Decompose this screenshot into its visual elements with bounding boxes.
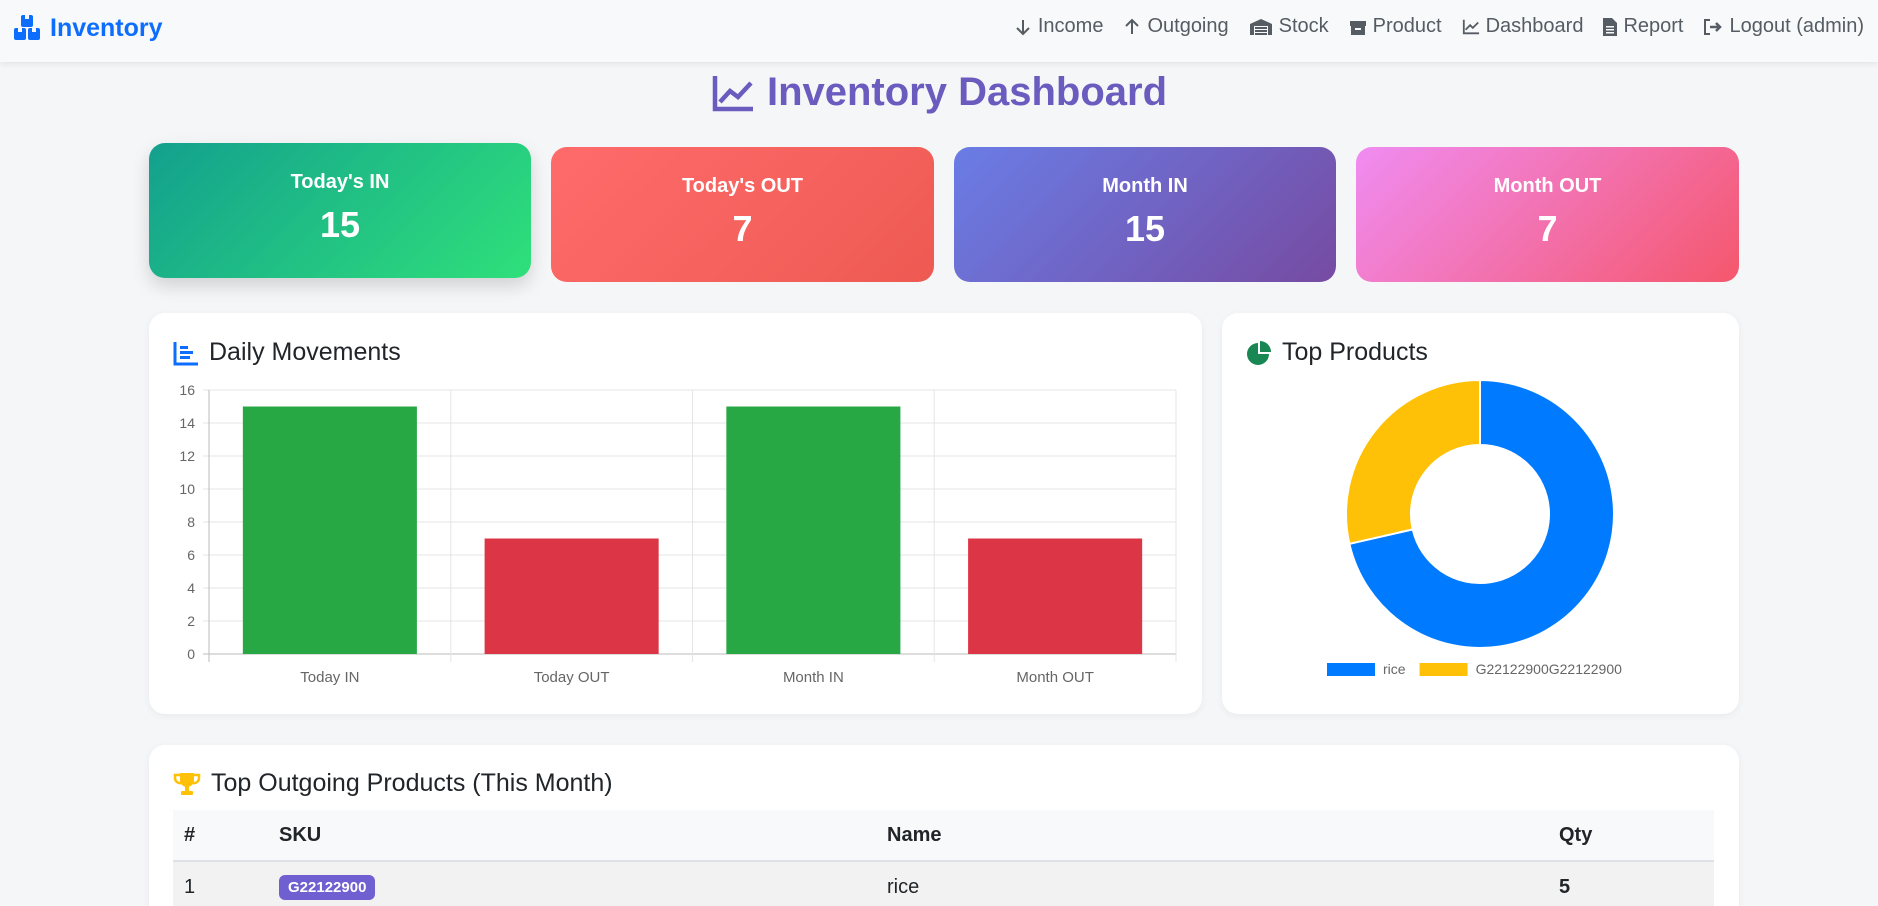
file-icon (1603, 17, 1618, 36)
navbar: Inventory Income Outgoing Stock Product … (0, 0, 1878, 62)
top-outgoing-title: Top Outgoing Products (This Month) (173, 769, 613, 798)
brand-link[interactable]: Inventory (12, 13, 163, 43)
logout-icon (1704, 18, 1723, 35)
bar (484, 538, 659, 654)
col-qty: Qty (1548, 810, 1714, 862)
y-tick-label: 0 (187, 646, 195, 662)
bar-chart: 0 2 4 6 8 10 12 14 16 Today IN Today OUT Month IN Mo… (179, 382, 1177, 686)
col-sku: SKU (268, 810, 876, 862)
warehouse-icon (1249, 18, 1272, 35)
legend-label: rice (1383, 661, 1406, 677)
page-title-text: Inventory Dashboard (766, 70, 1168, 114)
y-tick-label: 4 (187, 580, 195, 596)
y-tick-label: 10 (179, 481, 195, 497)
nav-logout-label: Logout (admin) (1729, 15, 1864, 37)
cell-qty: 5 (1548, 861, 1714, 906)
table-header-row: # SKU Name Qty (173, 810, 1714, 862)
x-tick-label: Today IN (300, 669, 359, 686)
x-tick-label: Month IN (783, 669, 844, 686)
nav-menu: Income Outgoing Stock Product Dashboard … (1014, 15, 1864, 38)
nav-income[interactable]: Income (1014, 15, 1104, 38)
x-tick-label: Month OUT (1016, 669, 1094, 686)
nav-dashboard-label: Dashboard (1485, 15, 1584, 37)
x-tick-label: Today OUT (534, 669, 610, 686)
top-products-card: Top Products rice G22122900G22122900 (1222, 313, 1739, 714)
cell-sku: G22122900 (268, 861, 876, 906)
stat-label: Month IN (1102, 175, 1188, 197)
stat-value: 15 (1124, 208, 1166, 249)
nav-stock[interactable]: Stock (1249, 15, 1329, 38)
cell-name: rice (876, 861, 1548, 906)
nav-income-label: Income (1037, 15, 1104, 37)
boxes-icon (14, 15, 40, 40)
nav-product[interactable]: Product (1349, 15, 1442, 38)
y-tick-label: 16 (179, 382, 195, 398)
legend-swatch (1327, 663, 1375, 676)
bar (242, 406, 417, 654)
stat-label: Today's IN (290, 171, 390, 193)
chart-line-icon (712, 75, 753, 111)
box-icon (1349, 20, 1366, 35)
stat-value: 7 (1537, 208, 1558, 249)
arrow-down-icon (1016, 19, 1030, 35)
y-tick-label: 14 (179, 415, 195, 431)
stat-value: 15 (319, 204, 361, 245)
bar (726, 406, 901, 654)
top-outgoing-label: Top Outgoing Products (This Month) (211, 769, 613, 797)
legend-swatch (1419, 663, 1468, 676)
nav-dashboard[interactable]: Dashboard (1462, 15, 1584, 38)
stat-today-in: Today's IN 15 (149, 143, 531, 278)
bar (968, 538, 1143, 654)
nav-report[interactable]: Report (1603, 15, 1683, 38)
page-title: Inventory Dashboard (0, 70, 1878, 115)
nav-outgoing-label: Outgoing (1147, 15, 1229, 37)
nav-outgoing[interactable]: Outgoing (1123, 15, 1229, 38)
col-name: Name (876, 810, 1548, 862)
chart-line-icon (1462, 19, 1479, 34)
stat-value: 7 (732, 208, 753, 249)
brand-label: Inventory (50, 13, 163, 42)
y-tick-label: 12 (179, 448, 195, 464)
arrow-up-icon (1125, 18, 1140, 34)
stat-month-in: Month IN 15 (954, 147, 1336, 282)
daily-movements-card: Daily Movements 0 2 4 6 8 10 12 14 16 Today IN Tod… (149, 313, 1202, 714)
y-tick-label: 6 (187, 547, 195, 563)
nav-product-label: Product (1372, 15, 1442, 37)
stat-month-out: Month OUT 7 (1356, 147, 1739, 282)
stat-today-out: Today's OUT 7 (551, 147, 934, 282)
donut-chart: rice G22122900G22122900 (1327, 378, 1623, 677)
nav-logout[interactable]: Logout (admin) (1703, 15, 1864, 38)
donut-slice (1345, 378, 1481, 546)
nav-report-label: Report (1623, 15, 1684, 37)
top-outgoing-table: # SKU Name Qty 1 G22122900 rice 5 (173, 810, 1714, 906)
legend-label: G22122900G22122900 (1476, 661, 1623, 677)
top-outgoing-card: Top Outgoing Products (This Month) # SKU… (149, 745, 1739, 906)
table-row: 1 G22122900 rice 5 (173, 861, 1714, 906)
cell-rank: 1 (173, 861, 268, 906)
stat-label: Month OUT (1493, 175, 1602, 197)
stat-label: Today's OUT (681, 175, 804, 197)
y-tick-label: 8 (187, 514, 195, 530)
col-rank: # (173, 810, 268, 862)
y-tick-label: 2 (187, 613, 195, 629)
sku-badge: G22122900 (279, 875, 376, 900)
nav-stock-label: Stock (1278, 15, 1329, 37)
trophy-icon (173, 772, 201, 795)
